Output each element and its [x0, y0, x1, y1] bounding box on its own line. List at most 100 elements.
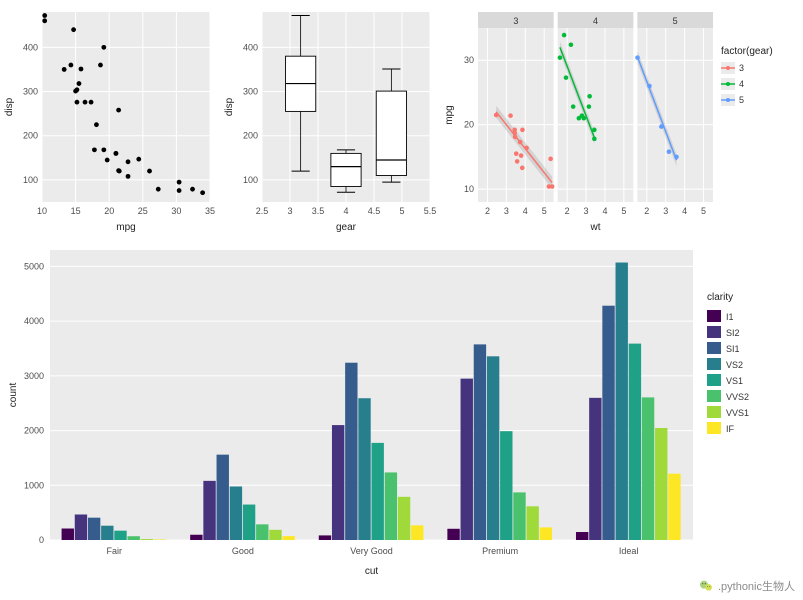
svg-text:3000: 3000 [24, 371, 44, 381]
svg-text:200: 200 [23, 131, 38, 141]
svg-text:factor(gear): factor(gear) [721, 46, 773, 57]
svg-text:4: 4 [739, 79, 744, 89]
svg-text:4: 4 [523, 206, 528, 216]
bar [487, 356, 499, 540]
svg-text:1000: 1000 [24, 480, 44, 490]
svg-text:5: 5 [399, 206, 404, 216]
svg-text:4: 4 [682, 206, 687, 216]
svg-text:20: 20 [464, 120, 474, 130]
bar [256, 524, 268, 540]
svg-text:5: 5 [673, 16, 678, 26]
svg-text:clarity: clarity [707, 292, 733, 303]
svg-text:400: 400 [23, 42, 38, 52]
svg-text:mpg: mpg [116, 222, 135, 233]
svg-text:300: 300 [23, 87, 38, 97]
svg-text:5.5: 5.5 [424, 206, 437, 216]
svg-text:5: 5 [542, 206, 547, 216]
svg-text:5: 5 [739, 95, 744, 105]
bar [513, 492, 525, 540]
bar [203, 481, 215, 540]
svg-text:3: 3 [504, 206, 509, 216]
bar [655, 428, 667, 540]
bar [602, 306, 614, 540]
svg-text:VVS1: VVS1 [726, 408, 749, 418]
bar [332, 425, 344, 540]
svg-text:25: 25 [138, 206, 148, 216]
bar [75, 515, 87, 540]
bar [141, 539, 153, 540]
svg-text:0: 0 [39, 535, 44, 545]
bar [62, 529, 74, 540]
svg-text:2: 2 [644, 206, 649, 216]
bar [230, 486, 242, 540]
bar [526, 506, 538, 540]
bar-plot-cut-clarity: 010002000300040005000FairGoodVery GoodPr… [0, 240, 803, 580]
svg-text:Very Good: Very Good [350, 546, 393, 556]
bar [127, 536, 139, 540]
bar [474, 344, 486, 540]
figure-grid: 101520253035100200300400mpgdisp 2.533.54… [0, 0, 803, 600]
bar [243, 505, 255, 540]
svg-text:VS1: VS1 [726, 376, 743, 386]
bar [358, 398, 370, 540]
svg-text:SI1: SI1 [726, 344, 740, 354]
svg-text:5: 5 [621, 206, 626, 216]
bar [668, 474, 680, 540]
watermark: .pythonic生物人 [698, 578, 795, 594]
svg-text:100: 100 [23, 175, 38, 185]
svg-text:10: 10 [37, 206, 47, 216]
svg-text:Good: Good [232, 546, 254, 556]
bar [642, 397, 654, 540]
svg-text:2: 2 [485, 206, 490, 216]
svg-text:Fair: Fair [107, 546, 123, 556]
bar [217, 455, 229, 540]
svg-text:4: 4 [343, 206, 348, 216]
svg-text:10: 10 [464, 184, 474, 194]
wechat-icon [698, 578, 714, 594]
bar [101, 526, 113, 540]
svg-text:3.5: 3.5 [312, 206, 325, 216]
bar [398, 497, 410, 540]
bar [589, 398, 601, 540]
svg-text:3: 3 [287, 206, 292, 216]
svg-text:VVS2: VVS2 [726, 392, 749, 402]
bar [576, 532, 588, 540]
facet-plot-mpg-wt: 323451020304234552345wtmpgfactor(gear)34… [440, 0, 803, 240]
bar [88, 518, 100, 540]
svg-text:disp: disp [4, 97, 15, 116]
bar [319, 535, 331, 540]
svg-text:100: 100 [243, 175, 258, 185]
svg-text:200: 200 [243, 131, 258, 141]
svg-text:3: 3 [584, 206, 589, 216]
svg-text:VS2: VS2 [726, 360, 743, 370]
svg-text:5000: 5000 [24, 261, 44, 271]
bar [385, 472, 397, 540]
svg-text:gear: gear [336, 222, 357, 233]
bar [345, 363, 357, 540]
svg-text:2.5: 2.5 [256, 206, 269, 216]
svg-text:35: 35 [205, 206, 215, 216]
watermark-text: .pythonic生物人 [718, 578, 795, 594]
svg-text:20: 20 [104, 206, 114, 216]
svg-text:count: count [8, 383, 19, 408]
box-plot-gear-disp: 2.533.544.555.5100200300400geardisp [220, 0, 440, 240]
bar [190, 535, 202, 540]
svg-text:4: 4 [593, 16, 598, 26]
bar [372, 443, 384, 540]
bar [461, 379, 473, 540]
bar [411, 525, 423, 540]
svg-text:400: 400 [243, 42, 258, 52]
svg-text:IF: IF [726, 424, 735, 434]
svg-text:2: 2 [565, 206, 570, 216]
svg-text:30: 30 [171, 206, 181, 216]
svg-text:I1: I1 [726, 312, 734, 322]
svg-text:15: 15 [71, 206, 81, 216]
svg-text:cut: cut [365, 566, 379, 577]
svg-text:5: 5 [701, 206, 706, 216]
svg-text:SI2: SI2 [726, 328, 740, 338]
svg-text:4.5: 4.5 [368, 206, 381, 216]
scatter-plot-disp-mpg: 10 15 20 25 30 35 100 200 300 400 mpg disp [0, 0, 220, 240]
svg-text:3: 3 [663, 206, 668, 216]
bar [447, 529, 459, 540]
svg-text:30: 30 [464, 55, 474, 65]
